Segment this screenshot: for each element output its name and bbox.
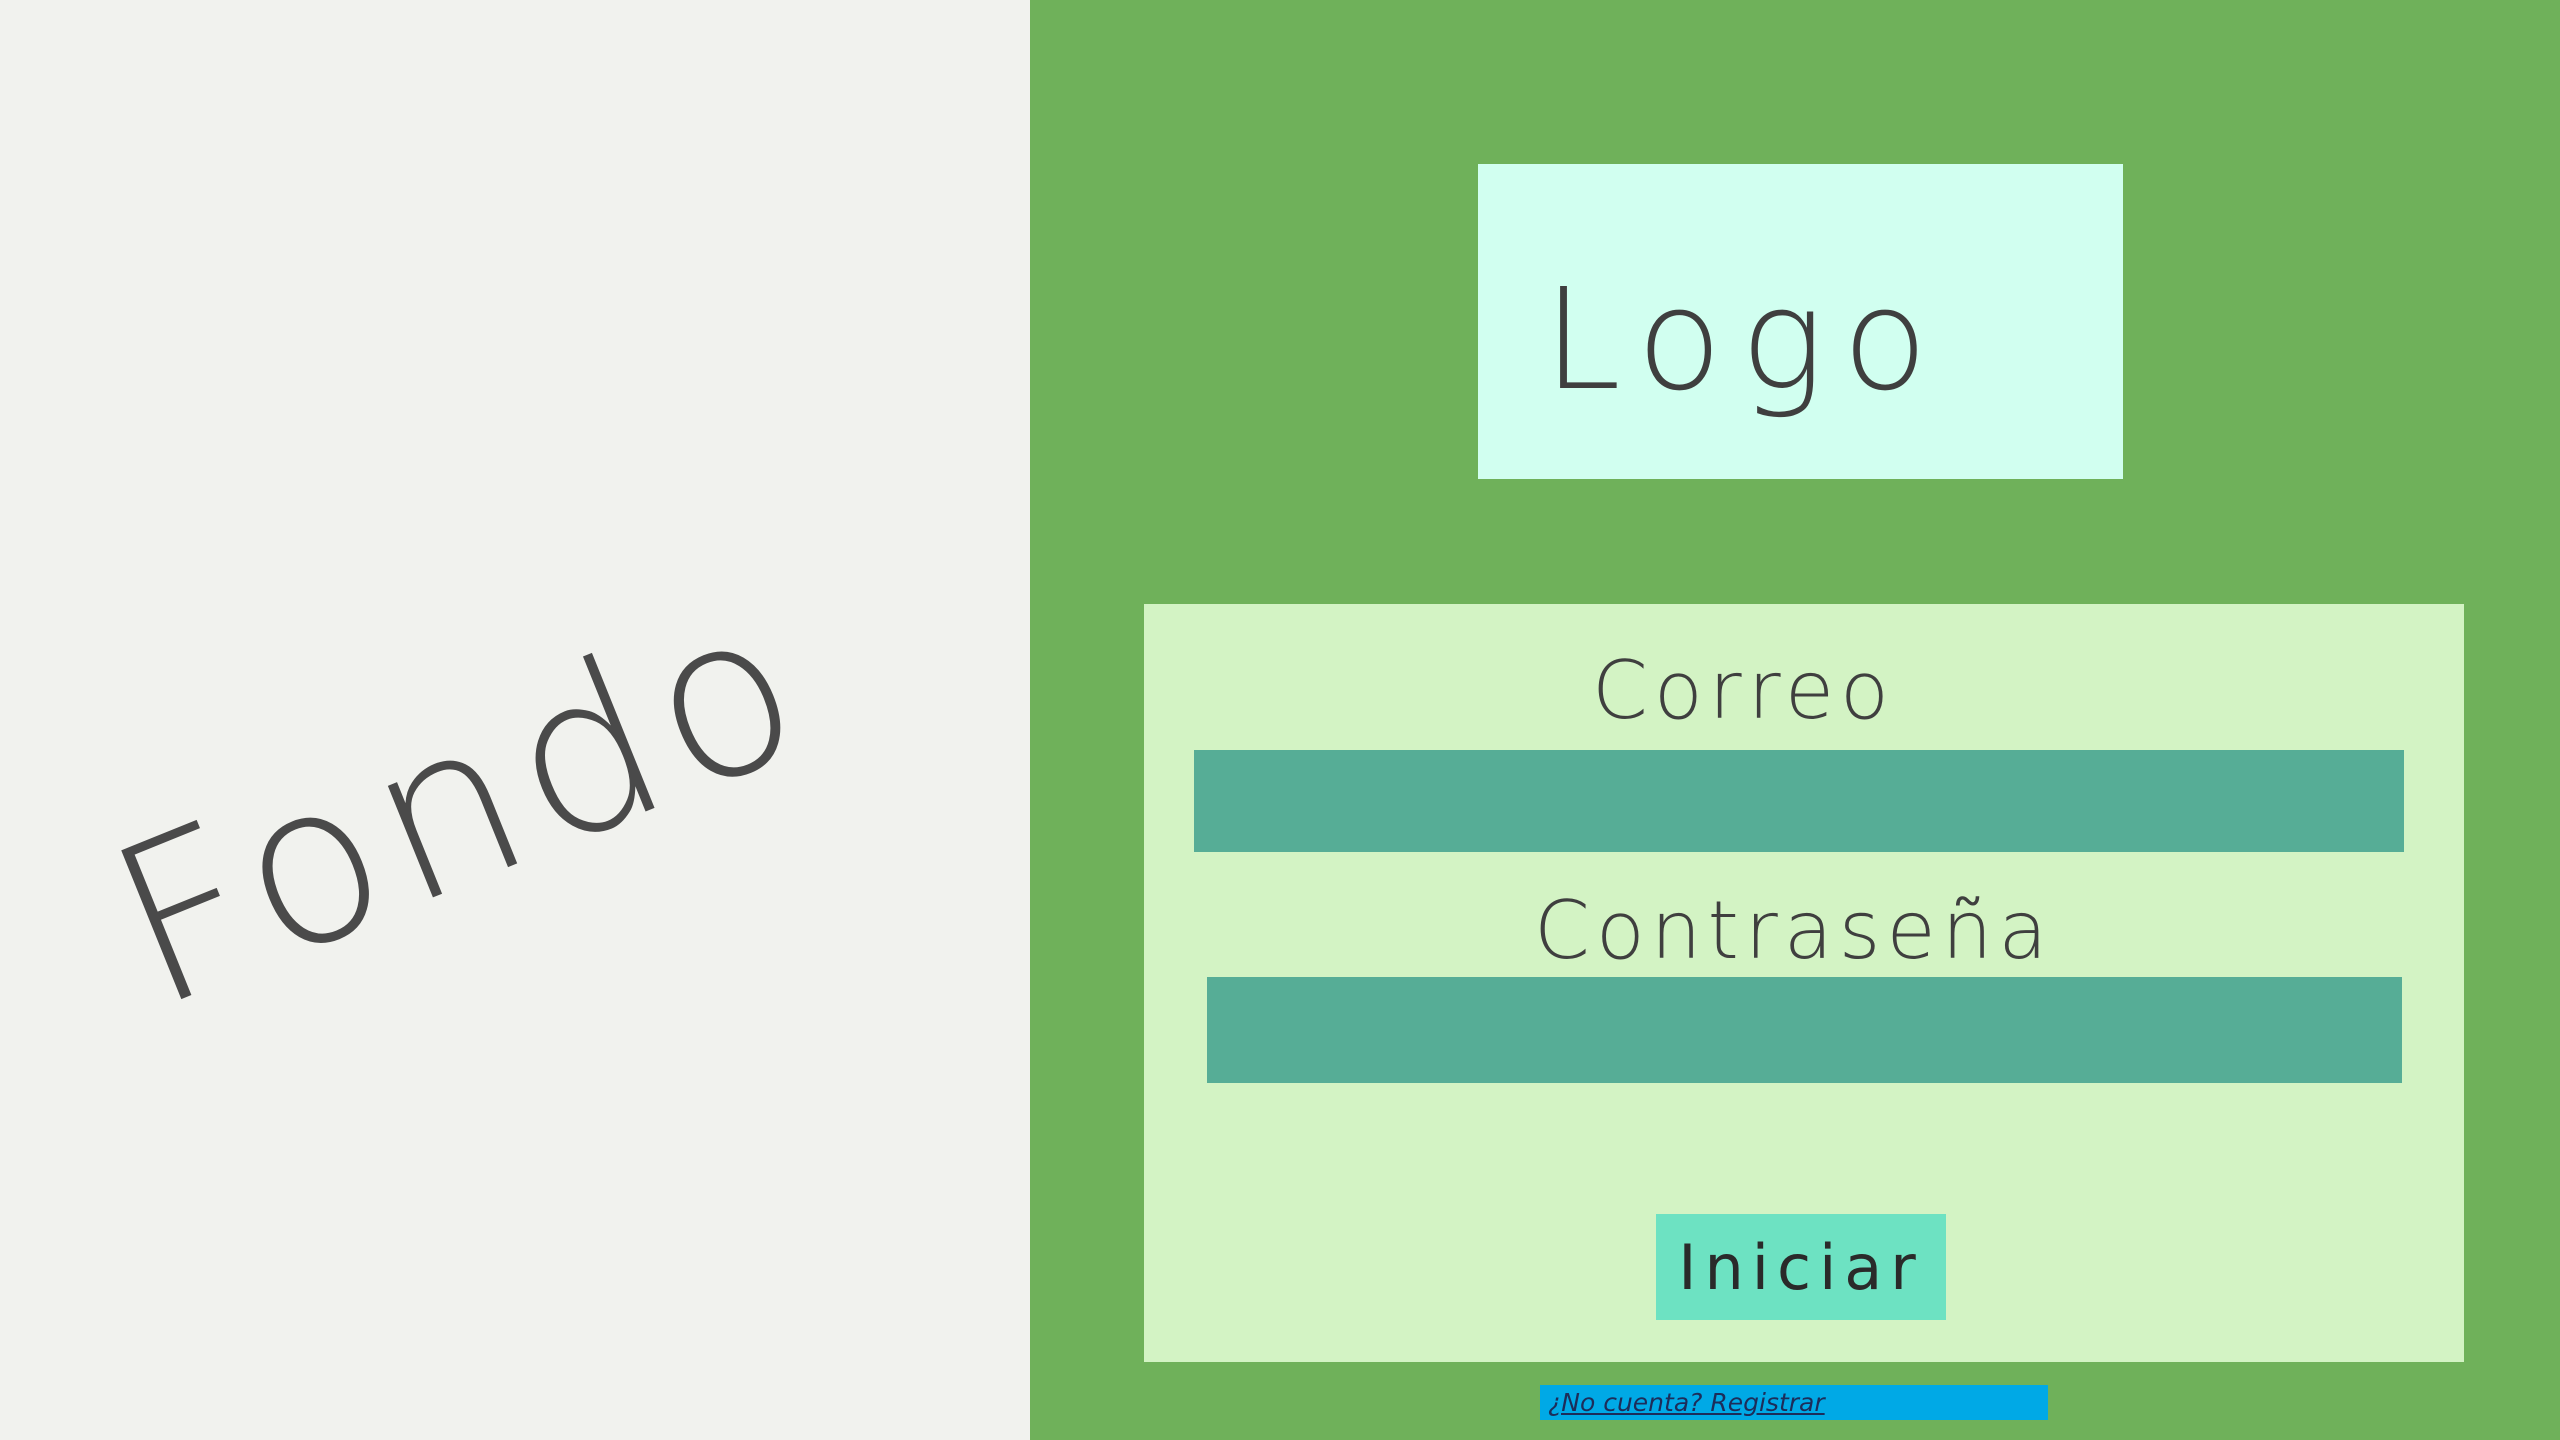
login-panel: Logo Correo Contraseña Iniciar ¿No cuent… (1030, 0, 2560, 1440)
login-form: Correo Contraseña Iniciar (1144, 604, 2464, 1362)
logo-container: Logo (1478, 164, 2123, 479)
logo-text: Logo (1543, 259, 1946, 422)
password-label: Contraseña (1534, 884, 2054, 977)
background-label: Fondo (80, 551, 841, 1058)
register-link[interactable]: ¿No cuenta? Registrar (1540, 1385, 2048, 1420)
login-button[interactable]: Iniciar (1656, 1214, 1946, 1320)
password-field[interactable] (1207, 977, 2402, 1083)
email-label: Correo (1592, 644, 1895, 737)
email-field[interactable] (1194, 750, 2404, 852)
background-panel: Fondo (0, 0, 1030, 1440)
